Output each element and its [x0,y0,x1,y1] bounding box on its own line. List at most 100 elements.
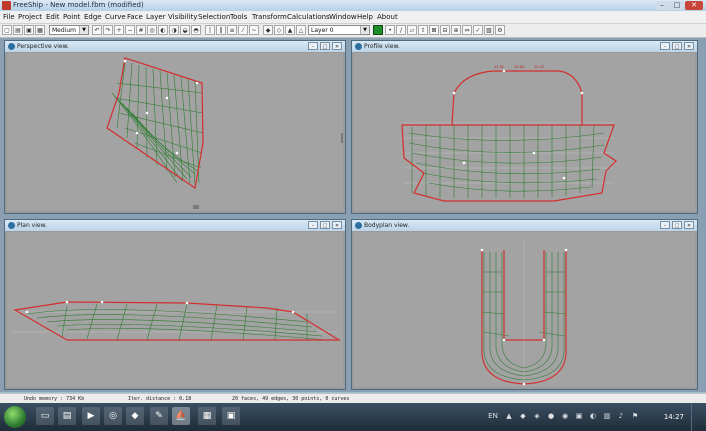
close-button[interactable]: ✕ [685,1,703,10]
minimize-button[interactable]: – [655,1,669,10]
menu-calculations[interactable]: Calculations [287,11,330,23]
network-icon[interactable]: ▥ [602,411,612,421]
plus-icon[interactable]: + [114,25,124,35]
new-face-icon[interactable]: ▱ [407,25,417,35]
freeship-taskbar-icon[interactable]: ⛵ [172,407,190,425]
language-indicator[interactable]: EN [488,411,498,421]
menu-face[interactable]: Face [127,11,143,23]
tray-icon-2[interactable]: ◆ [518,411,528,421]
view-maximize-button[interactable]: □ [672,42,682,50]
intersect-icon[interactable]: ⊕ [451,25,461,35]
tool-taskbar-icon[interactable]: ✎ [150,407,168,425]
view-close-button[interactable]: ✕ [684,42,694,50]
layer-select[interactable]: Layer 0 ▼ [308,25,370,35]
shade-icon[interactable]: ◐ [158,25,168,35]
menu-visibility[interactable]: Visibility [168,11,197,23]
browser-taskbar-icon[interactable]: ◎ [104,407,122,425]
stations-icon[interactable]: | [205,25,215,35]
show-desktop-button[interactable] [691,403,706,431]
diagonals-icon[interactable]: ⁄ [238,25,248,35]
menu-edge[interactable]: Edge [84,11,102,23]
clock[interactable]: 14:27 [664,403,684,431]
view-minimize-button[interactable]: – [308,42,318,50]
tray-icon-6[interactable]: ▣ [574,411,584,421]
view-close-button[interactable]: ✕ [684,221,694,229]
menu-tools[interactable]: Tools [230,11,247,23]
mirror-icon[interactable]: ⇔ [462,25,472,35]
bodyplan-view[interactable]: Bodyplan view. – □ ✕ [351,219,698,390]
tray-icon-1[interactable]: ▲ [504,411,514,421]
profile-view[interactable]: Profile view. – □ ✕ 12.92 13.64 12.47 [351,40,698,214]
open-icon[interactable]: ▤ [13,25,23,35]
flag-icon[interactable]: ⚑ [630,411,640,421]
layer-color-icon[interactable] [373,25,383,35]
deselect-icon[interactable]: △ [296,25,306,35]
view-maximize-button[interactable]: □ [320,221,330,229]
menu-layer[interactable]: Layer [146,11,166,23]
view-maximize-button[interactable]: □ [672,221,682,229]
maximize-button[interactable]: □ [670,1,684,10]
view-close-button[interactable]: ✕ [332,221,342,229]
menu-transform[interactable]: Transform [252,11,287,23]
insert-plane-icon[interactable]: ⊟ [440,25,450,35]
view-minimize-button[interactable]: – [660,42,670,50]
menu-window[interactable]: Window [329,11,357,23]
zoom-icon[interactable]: ◎ [147,25,157,35]
menu-edit[interactable]: Edit [46,11,60,23]
view-close-button[interactable]: ✕ [332,42,342,50]
redo-icon[interactable]: ↷ [103,25,113,35]
check-icon[interactable]: ✓ [473,25,483,35]
bodyplan-canvas[interactable] [354,232,695,387]
menu-file[interactable]: File [3,11,15,23]
view-minimize-button[interactable]: – [660,221,670,229]
folder-taskbar-icon[interactable]: ▤ [58,407,76,425]
perspective-canvas[interactable] [7,53,343,211]
tray-icon-5[interactable]: ◉ [560,411,570,421]
tray-icon-7[interactable]: ◐ [588,411,598,421]
menu-help[interactable]: Help [357,11,373,23]
markers-icon[interactable]: ◆ [263,25,273,35]
perspective-view[interactable]: Perspective view. – □ ✕ [4,40,346,214]
select-all-icon[interactable]: ▲ [285,25,295,35]
menu-selection[interactable]: Selection [198,11,230,23]
hydro-icon[interactable]: ◇ [274,25,284,35]
menu-curve[interactable]: Curve [105,11,126,23]
media-taskbar-icon[interactable]: ▶ [82,407,100,425]
view-maximize-button[interactable]: □ [320,42,330,50]
start-button[interactable] [4,406,26,428]
view-icon [355,222,362,229]
tool-icon[interactable]: ⚙ [495,25,505,35]
menu-about[interactable]: About [377,11,398,23]
precision-select[interactable]: Medium ▼ [49,25,89,35]
layer-icon[interactable]: ▧ [484,25,494,35]
flowlines-icon[interactable]: ~ [249,25,259,35]
paint-taskbar-icon[interactable]: ▦ [198,407,216,425]
new-point-icon[interactable]: • [385,25,395,35]
tray-icon-3[interactable]: ◈ [532,411,542,421]
tray-icon-4[interactable]: ● [546,411,556,421]
menu-point[interactable]: Point [63,11,80,23]
misc-taskbar-icon[interactable]: ▣ [222,407,240,425]
extrude-icon[interactable]: ⇧ [418,25,428,35]
menu-project[interactable]: Project [18,11,42,23]
collapse-icon[interactable]: ⊠ [429,25,439,35]
app-taskbar-icon[interactable]: ◆ [126,407,144,425]
grid-icon[interactable]: # [136,25,146,35]
print-icon[interactable]: ▦ [35,25,45,35]
explorer-taskbar-icon[interactable]: ▭ [36,407,54,425]
new-icon[interactable]: ▢ [2,25,12,35]
minus-icon[interactable]: − [125,25,135,35]
profile-canvas[interactable]: 12.92 13.64 12.47 [354,53,695,211]
save-icon[interactable]: ▣ [24,25,34,35]
volume-icon[interactable]: ♪ [616,411,626,421]
undo-icon[interactable]: ↶ [92,25,102,35]
view-minimize-button[interactable]: – [308,221,318,229]
buttocks-icon[interactable]: ‖ [216,25,226,35]
new-edge-icon[interactable]: / [396,25,406,35]
interior-icon[interactable]: ◓ [191,25,201,35]
plan-view[interactable]: Plan view. – □ ✕ [4,219,346,390]
plan-canvas[interactable] [7,232,343,387]
control-net-icon[interactable]: ◒ [180,25,190,35]
curvature-icon[interactable]: ◑ [169,25,179,35]
waterlines-icon[interactable]: ≡ [227,25,237,35]
